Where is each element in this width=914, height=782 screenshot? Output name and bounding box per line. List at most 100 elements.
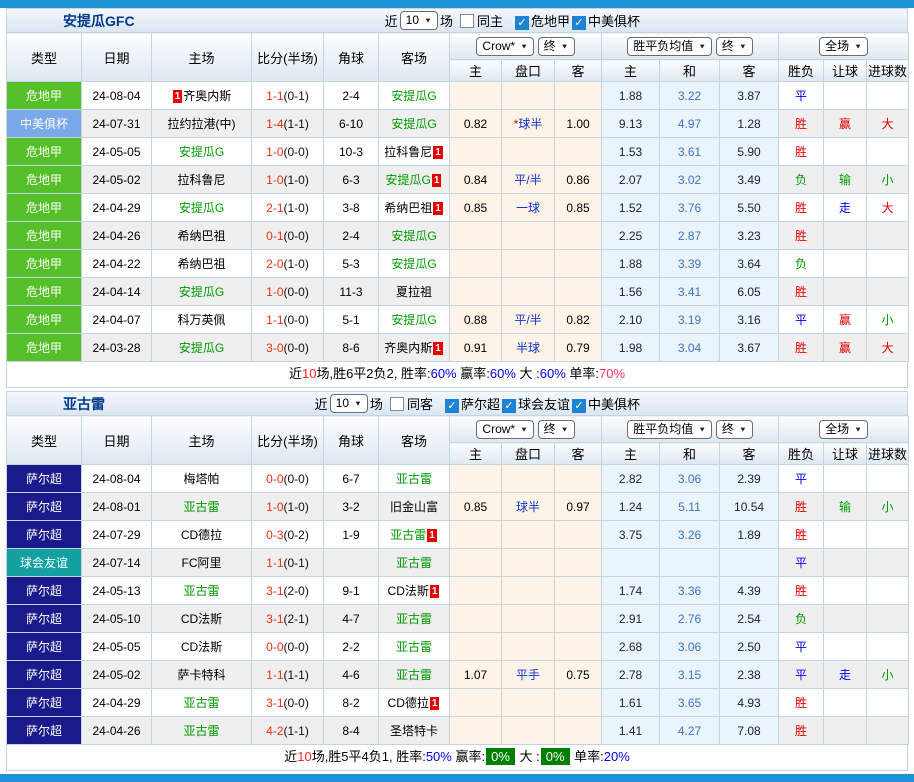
avg-stage-select[interactable]: 终▼: [716, 37, 753, 56]
col-avg-draw: 和: [660, 60, 720, 82]
crow-home-odds-cell: [450, 82, 502, 110]
filter-controls: 近 10▼ 场 同主 ✓危地甲✓中美俱杯: [384, 11, 641, 30]
league-filter-label: 中美俱杯: [588, 397, 640, 412]
avg-home-odds-cell: 1.98: [602, 334, 660, 362]
crow-home-odds-cell: 0.84: [450, 166, 502, 194]
match-count-select[interactable]: 10▼: [400, 11, 438, 30]
home-team-cell: 希纳巴祖: [152, 222, 252, 250]
avg-away-odds-cell: 4.39: [720, 577, 779, 605]
avg-home-odds-cell: 9.13: [602, 110, 660, 138]
crow-home-odds-cell: 0.88: [450, 306, 502, 334]
match-date-cell: 24-04-07: [82, 306, 152, 334]
summary-segment: 70%: [599, 366, 625, 381]
score-cell: 4-2(1-1): [252, 717, 324, 745]
score-cell: 0-0(0-0): [252, 633, 324, 661]
competition-type-cell: 萨尔超: [7, 689, 82, 717]
avg-away-odds-cell: 3.23: [720, 222, 779, 250]
corners-cell: 3-2: [324, 493, 379, 521]
odds-stage-select[interactable]: 终▼: [538, 37, 575, 56]
match-date-cell: 24-05-05: [82, 633, 152, 661]
full-match-select[interactable]: 全场▼: [819, 420, 868, 439]
red-card-badge: 1: [430, 585, 440, 598]
crow-handicap-cell: 半球: [502, 334, 555, 362]
match-date-cell: 24-08-01: [82, 493, 152, 521]
avg-home-odds-cell: 1.88: [602, 250, 660, 278]
avg-away-odds-cell: 2.39: [720, 465, 779, 493]
score-cell: 0-0(0-0): [252, 465, 324, 493]
full-match-select[interactable]: 全场▼: [819, 37, 868, 56]
avg-home-odds-cell: 2.78: [602, 661, 660, 689]
avg-draw-odds-cell: 3.39: [660, 250, 720, 278]
crow-away-odds-cell: 1.00: [555, 110, 602, 138]
avg-home-odds-cell: 1.24: [602, 493, 660, 521]
league-filter-checkbox[interactable]: ✓: [445, 399, 459, 413]
corners-cell: 8-4: [324, 717, 379, 745]
league-filter-checkbox[interactable]: ✓: [572, 399, 586, 413]
team-name: 希纳巴祖: [384, 201, 432, 215]
match-history-page: 安提瓜GFC 近 10▼ 场 同主 ✓危地甲✓中美俱杯 类型 日期: [0, 8, 914, 771]
avg-home-odds-cell: 2.82: [602, 465, 660, 493]
bookmaker-select[interactable]: Crow*▼: [476, 420, 534, 439]
team-name: 萨卡特科: [177, 668, 225, 682]
bookmaker-select[interactable]: Crow*▼: [476, 37, 534, 56]
handicap-result-cell: [824, 633, 867, 661]
col-goals-result: 进球数: [867, 60, 909, 82]
league-filter-checkbox[interactable]: ✓: [515, 16, 529, 30]
goals-result-cell: [867, 549, 909, 577]
avg-away-odds-cell: 4.93: [720, 689, 779, 717]
avg-home-odds-cell: 1.74: [602, 577, 660, 605]
result-cell: 平: [779, 661, 824, 689]
match-count-select[interactable]: 10▼: [330, 394, 368, 413]
competition-type-cell: 危地甲: [7, 194, 82, 222]
table-row: 萨尔超24-05-02萨卡特科1-1(1-1)4-6亚古雷1.07平手0.752…: [7, 661, 909, 689]
odds-stage-select[interactable]: 终▼: [538, 420, 575, 439]
halftime-score: (1-1): [284, 668, 309, 682]
chevron-down-icon: ▼: [520, 40, 528, 53]
score-cell: 1-0(0-0): [252, 278, 324, 306]
avg-home-odds-cell: 1.53: [602, 138, 660, 166]
halftime-score: (0-0): [284, 229, 309, 243]
league-filter-checkbox[interactable]: ✓: [502, 399, 516, 413]
crow-handicap-cell: [502, 278, 555, 306]
crow-handicap-cell: [502, 605, 555, 633]
corners-cell: 10-3: [324, 138, 379, 166]
crow-handicap-cell: [502, 549, 555, 577]
matches-table: 类型 日期 主场 比分(半场) 角球 客场 Crow*▼ 终▼ 胜平负均值▼ 终…: [6, 415, 909, 745]
table-row: 球会友谊24-07-14FC阿里1-1(0-1)亚古雷平: [7, 549, 909, 577]
summary-segment: 单率:: [566, 366, 599, 381]
crow-handicap-cell: [502, 465, 555, 493]
goals-result-cell: 小: [867, 166, 909, 194]
same-venue-checkbox[interactable]: [390, 397, 404, 411]
away-team-cell: 亚古雷1: [379, 521, 450, 549]
match-date-cell: 24-05-13: [82, 577, 152, 605]
same-venue-checkbox[interactable]: [460, 14, 474, 28]
percentage-badge: 0%: [541, 748, 570, 765]
league-filter-label: 萨尔超: [461, 397, 500, 412]
fulltime-score: 1-0: [266, 173, 283, 187]
fulltime-score: 1-1: [266, 313, 283, 327]
col-corners: 角球: [324, 33, 379, 82]
avg-away-odds-cell: 5.50: [720, 194, 779, 222]
avg-home-odds-cell: 2.25: [602, 222, 660, 250]
crow-home-odds-cell: [450, 633, 502, 661]
crow-home-odds-cell: [450, 250, 502, 278]
home-team-cell: 梅塔帕: [152, 465, 252, 493]
avg-odds-select[interactable]: 胜平负均值▼: [627, 420, 712, 439]
fulltime-score: 2-0: [266, 257, 283, 271]
avg-stage-select[interactable]: 终▼: [716, 420, 753, 439]
col-score: 比分(半场): [252, 33, 324, 82]
result-cell: 胜: [779, 110, 824, 138]
crow-home-odds-cell: [450, 278, 502, 306]
avg-odds-select[interactable]: 胜平负均值▼: [627, 37, 712, 56]
col-avg-home: 主: [602, 443, 660, 465]
competition-type-cell: 中美俱杯: [7, 110, 82, 138]
chevron-down-icon: ▼: [520, 423, 528, 436]
competition-type-cell: 萨尔超: [7, 493, 82, 521]
avg-away-odds-cell: 3.64: [720, 250, 779, 278]
handicap-result-cell: 赢: [824, 334, 867, 362]
match-date-cell: 24-04-22: [82, 250, 152, 278]
handicap-text: 球半: [516, 500, 540, 514]
avg-draw-odds-cell: 3.06: [660, 633, 720, 661]
league-filter-checkbox[interactable]: ✓: [572, 16, 586, 30]
avg-away-odds-cell: 3.16: [720, 306, 779, 334]
